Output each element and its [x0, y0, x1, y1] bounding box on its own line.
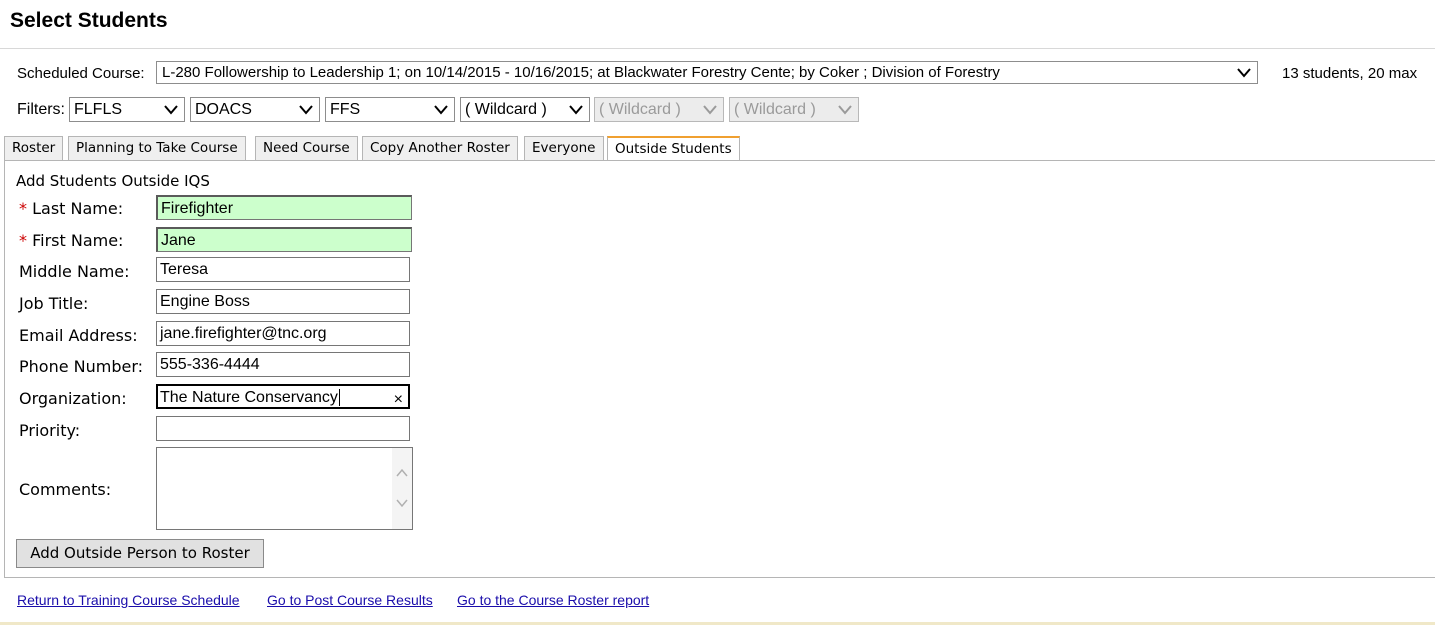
phone-number-label: Phone Number:: [19, 357, 144, 376]
chevron-down-icon: [703, 105, 717, 115]
form-heading: Add Students Outside IQS: [16, 172, 210, 190]
filter-select-5: ( Wildcard ): [594, 97, 724, 122]
add-outside-person-button[interactable]: Add Outside Person to Roster: [16, 539, 264, 568]
organization-label: Organization:: [19, 389, 127, 408]
first-name-input[interactable]: Jane: [156, 227, 412, 252]
filter-value: DOACS: [195, 101, 252, 118]
page-title: Select Students: [10, 9, 168, 32]
chevron-down-icon: [299, 105, 313, 115]
priority-input[interactable]: [156, 416, 410, 441]
field-value: Jane: [161, 232, 196, 249]
filter-select-4[interactable]: ( Wildcard ): [460, 97, 590, 122]
field-label-text: First Name:: [32, 231, 124, 250]
tab-bar: Roster Planning to Take Course Need Cour…: [0, 136, 1435, 161]
filter-select-2[interactable]: DOACS: [190, 97, 320, 122]
scroll-down-icon[interactable]: [395, 498, 409, 508]
scheduled-course-select[interactable]: L-280 Followership to Leadership 1; on 1…: [156, 61, 1258, 84]
post-course-results-link[interactable]: Go to Post Course Results: [267, 592, 433, 608]
filter-select-6: ( Wildcard ): [729, 97, 859, 122]
priority-label: Priority:: [19, 421, 81, 440]
filter-value: FFS: [330, 101, 361, 118]
comments-label: Comments:: [19, 480, 112, 499]
filter-value: ( Wildcard ): [599, 101, 681, 118]
email-address-label: Email Address:: [19, 326, 138, 345]
filter-value: ( Wildcard ): [734, 101, 816, 118]
field-value: jane.firefighter@tnc.org: [160, 325, 327, 342]
last-name-input[interactable]: Firefighter: [156, 195, 412, 220]
middle-name-input[interactable]: Teresa: [156, 257, 410, 282]
job-title-label: Job Title:: [19, 294, 89, 313]
required-marker: *: [19, 231, 27, 250]
tab-need-course[interactable]: Need Course: [255, 136, 358, 160]
job-title-input[interactable]: Engine Boss: [156, 289, 410, 314]
chevron-down-icon: [434, 105, 448, 115]
field-value: 555-336-4444: [160, 356, 260, 373]
phone-number-input[interactable]: 555-336-4444: [156, 352, 410, 377]
course-roster-report-link[interactable]: Go to the Course Roster report: [457, 592, 649, 608]
tab-copy-another-roster[interactable]: Copy Another Roster: [362, 136, 518, 160]
scroll-up-icon[interactable]: [395, 468, 409, 478]
tab-planning-to-take-course[interactable]: Planning to Take Course: [68, 136, 246, 160]
tab-roster[interactable]: Roster: [4, 136, 64, 160]
field-value: The Nature Conservancy: [160, 389, 338, 406]
tab-everyone[interactable]: Everyone: [524, 136, 604, 160]
return-to-schedule-link[interactable]: Return to Training Course Schedule: [17, 592, 240, 608]
required-marker: *: [19, 199, 27, 218]
scheduled-course-value: L-280 Followership to Leadership 1; on 1…: [162, 64, 1000, 81]
last-name-label: * Last Name:: [19, 199, 123, 218]
filter-select-3[interactable]: FFS: [325, 97, 455, 122]
middle-name-label: Middle Name:: [19, 262, 130, 281]
title-divider: [0, 48, 1435, 49]
filters-label: Filters:: [17, 101, 65, 118]
email-address-input[interactable]: jane.firefighter@tnc.org: [156, 321, 410, 346]
filter-value: ( Wildcard ): [465, 101, 547, 118]
chevron-down-icon: [838, 105, 852, 115]
field-value: Engine Boss: [160, 293, 250, 310]
organization-input[interactable]: The Nature Conservancy ×: [156, 384, 410, 409]
comments-textarea[interactable]: [156, 447, 413, 530]
course-capacity: 13 students, 20 max: [1282, 65, 1418, 82]
clear-icon[interactable]: ×: [394, 388, 403, 407]
text-cursor: [338, 389, 340, 407]
field-label-text: Last Name:: [32, 199, 124, 218]
chevron-down-icon: [164, 105, 178, 115]
comments-scrollbar[interactable]: [392, 448, 412, 529]
field-value: Teresa: [160, 261, 209, 278]
chevron-down-icon: [569, 105, 583, 115]
field-value: Firefighter: [161, 200, 234, 217]
tab-outside-students[interactable]: Outside Students: [607, 136, 740, 161]
scheduled-course-label: Scheduled Course:: [17, 65, 145, 82]
chevron-down-icon: [1237, 68, 1251, 78]
filter-select-1[interactable]: FLFLS: [69, 97, 185, 122]
first-name-label: * First Name:: [19, 231, 123, 250]
filter-value: FLFLS: [74, 101, 123, 118]
